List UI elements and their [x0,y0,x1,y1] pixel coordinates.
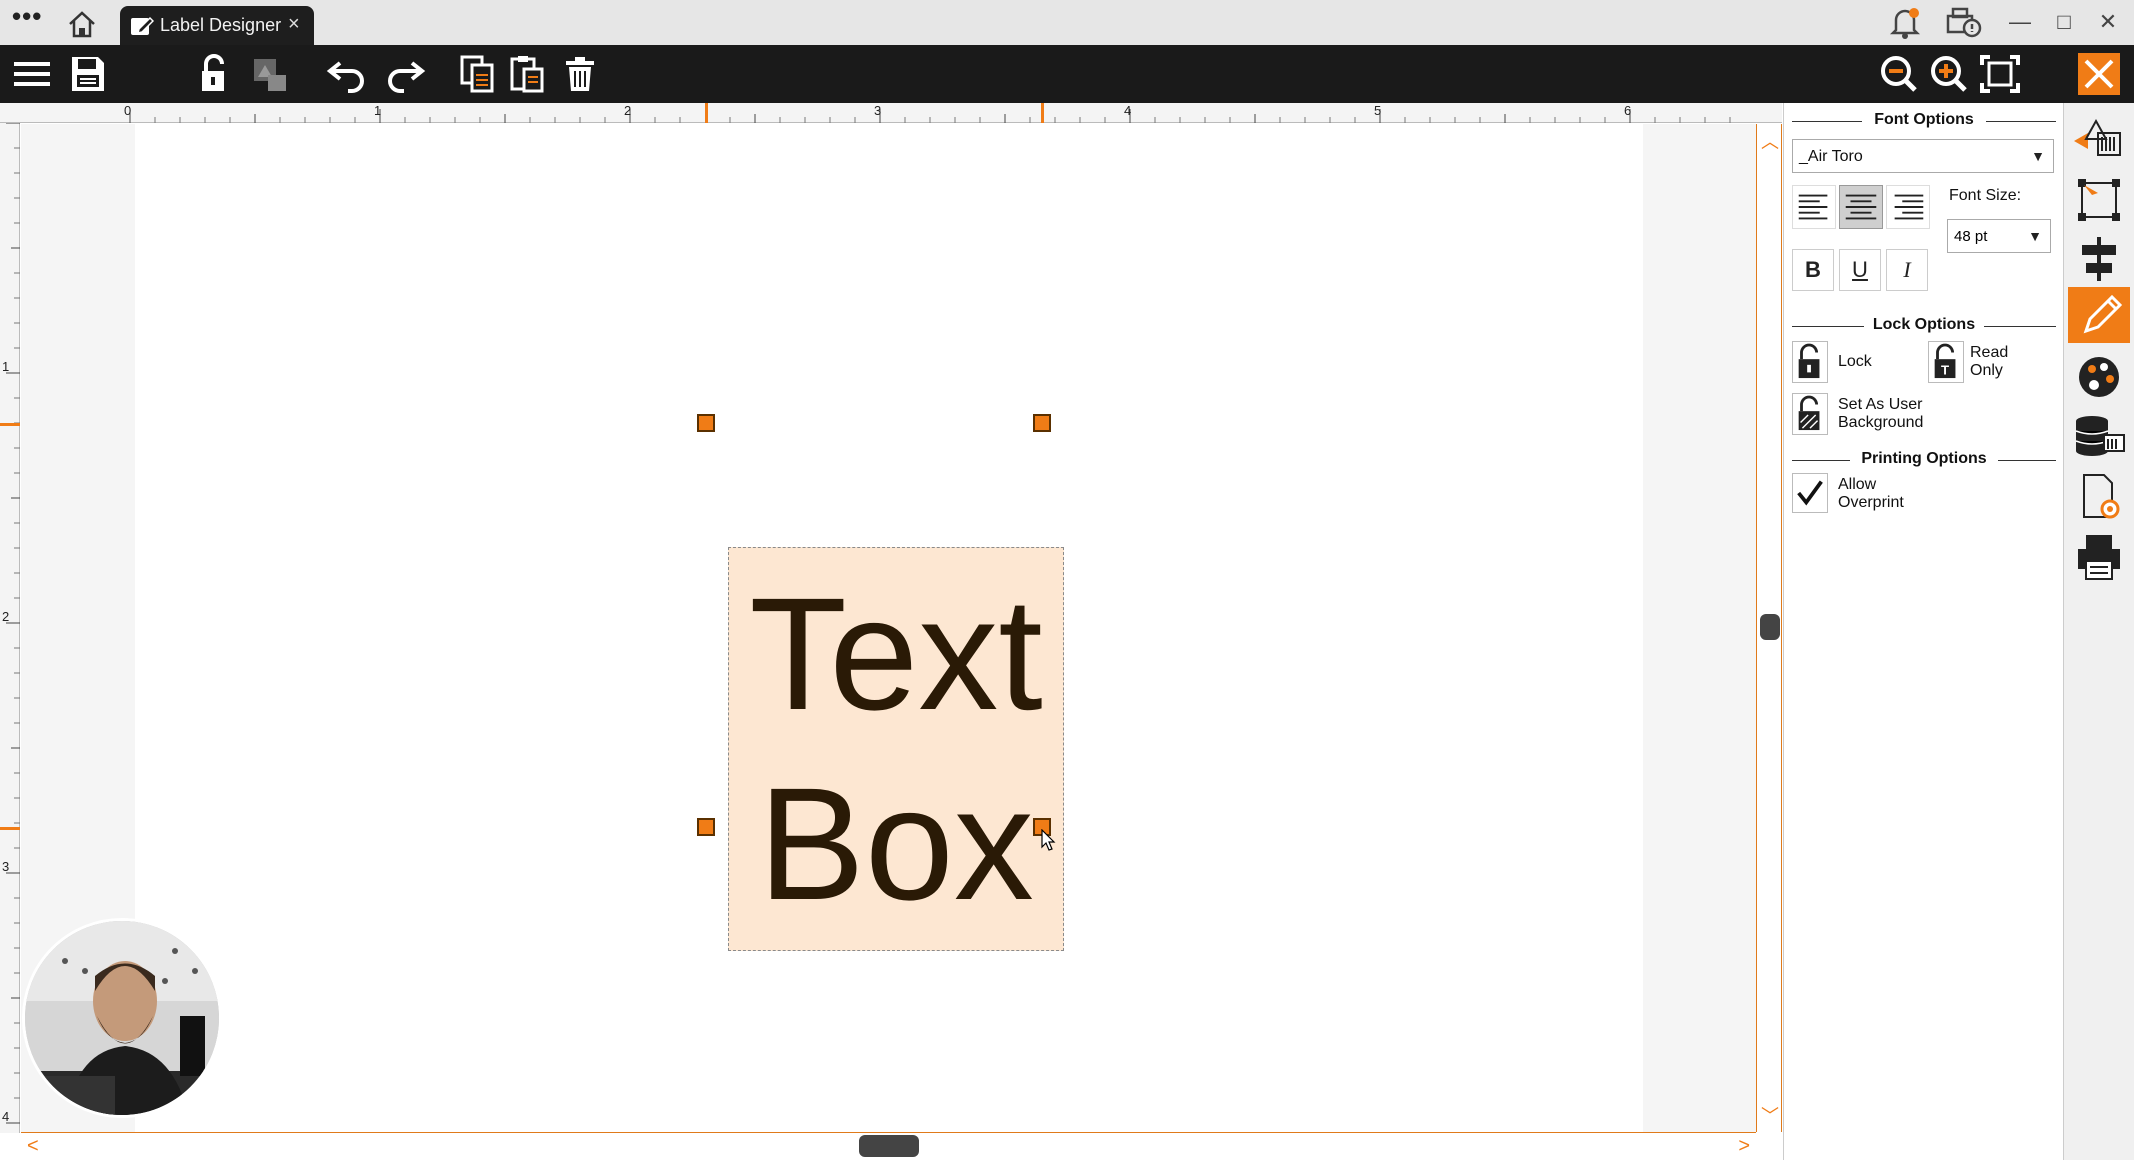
resize-handle-top-right[interactable] [1033,414,1051,432]
zoom-out-icon[interactable] [1876,53,1920,95]
main-toolbar [0,45,2134,103]
designer-icon [130,15,155,37]
text-box-content[interactable]: Text Box [729,548,1063,950]
resize-handle-bottom-left[interactable] [697,818,715,836]
close-designer-button[interactable] [2078,53,2120,95]
ruler-number: 4 [1124,103,1132,118]
lock-icon[interactable] [1792,341,1828,383]
page-settings-icon[interactable] [2068,469,2130,525]
align-right-button[interactable] [1886,185,1930,229]
save-icon[interactable] [66,53,110,95]
set-background-icon[interactable] [1792,393,1828,435]
hamburger-menu-icon[interactable] [10,53,54,95]
horizontal-scrollbar[interactable]: < > [21,1132,1756,1158]
scroll-right-icon[interactable]: > [1738,1135,1750,1158]
ruler-number: 0 [124,103,132,118]
arrange-layers-icon[interactable] [248,53,292,95]
lock-label[interactable]: Lock [1838,353,1872,371]
database-icon[interactable] [2068,409,2130,465]
horizontal-ruler-ticks [129,103,1731,123]
align-objects-icon[interactable] [2068,231,2130,287]
printing-options-title: Printing Options [1792,450,2056,470]
design-canvas[interactable]: Text Box [21,124,1756,1132]
copy-icon[interactable] [456,53,500,95]
zoom-in-icon[interactable] [1926,53,1970,95]
maximize-button[interactable]: □ [2044,6,2084,38]
more-menu-icon[interactable]: ••• [12,3,44,38]
ruler-number: 1 [2,359,10,374]
font-family-value: _Air Toro [1799,148,1863,165]
select-transform-icon[interactable] [2068,171,2130,227]
resize-handle-top-left[interactable] [697,414,715,432]
notification-bell-icon[interactable] [1888,4,1922,40]
tab-label: Label Designer [160,15,282,35]
unlock-icon[interactable] [192,53,236,95]
font-family-dropdown[interactable]: _Air Toro ▼ [1792,139,2054,173]
add-object-icon[interactable] [2068,111,2130,167]
svg-text:T: T [1941,362,1949,377]
home-icon[interactable] [64,8,100,40]
font-size-value: 48 pt [1954,228,1988,245]
read-only-icon[interactable]: T [1928,341,1964,383]
italic-button[interactable]: I [1886,249,1928,291]
tool-strip [2063,103,2134,1160]
bold-button[interactable]: B [1792,249,1834,291]
ruler-number: 3 [2,859,10,874]
redo-icon[interactable] [382,53,426,95]
font-size-label: Font Size: [1949,187,2022,204]
ruler-number: 4 [2,1109,10,1124]
webcam-overlay [22,918,222,1118]
ruler-number: 6 [1624,103,1632,118]
align-center-button[interactable] [1839,185,1883,229]
horizontal-scroll-thumb[interactable] [859,1135,919,1157]
close-window-button[interactable]: ✕ [2088,6,2128,38]
tab-close-icon[interactable]: × [288,13,300,36]
printer-status-icon[interactable] [1944,4,1982,40]
edit-pencil-icon[interactable] [2068,287,2130,343]
paste-icon[interactable] [506,53,550,95]
minimize-button[interactable]: — [2000,6,2040,38]
vertical-scrollbar[interactable]: ︿ ﹀ [1756,124,1782,1132]
ruler-number: 5 [1374,103,1382,118]
vertical-ruler: 1 2 3 4 [0,123,20,1133]
ruler-number: 3 [874,103,882,118]
delete-icon[interactable] [558,53,602,95]
tab-label-designer[interactable]: Label Designer × [120,6,314,45]
scroll-left-icon[interactable]: < [27,1135,39,1158]
properties-panel: Font Options _Air Toro ▼ Font Size: 48 p… [1783,103,2063,1160]
set-background-label[interactable]: Set As User Background [1838,396,1938,432]
title-bar: ••• Label Designer × — □ ✕ [0,0,2134,45]
allow-overprint-label[interactable]: Allow Overprint [1838,476,1918,512]
scroll-up-icon[interactable]: ︿ [1761,128,1779,154]
scroll-down-icon[interactable]: ﹀ [1761,1102,1779,1128]
horizontal-ruler: 0 1 2 3 4 5 6 [0,103,1782,123]
vertical-ruler-ticks [0,123,20,1124]
color-palette-icon[interactable] [2068,349,2130,405]
lock-options-title: Lock Options [1792,316,2056,336]
vertical-scroll-thumb[interactable] [1760,614,1780,640]
ruler-number: 1 [374,103,382,118]
read-only-label[interactable]: Read Only [1970,344,2030,380]
undo-icon[interactable] [326,53,370,95]
text-box-object[interactable]: Text Box [728,547,1064,951]
ruler-number: 2 [2,609,10,624]
font-options-title: Font Options [1792,111,2056,131]
font-size-dropdown[interactable]: 48 pt ▼ [1947,219,2051,253]
fit-to-page-icon[interactable] [1978,53,2022,95]
mouse-cursor-icon [1041,828,1057,853]
allow-overprint-checkbox[interactable] [1792,473,1828,513]
underline-button[interactable]: U [1839,249,1881,291]
print-icon[interactable] [2068,529,2130,585]
chevron-down-icon: ▼ [2028,228,2042,244]
ruler-number: 2 [624,103,632,118]
chevron-down-icon: ▼ [2031,148,2045,164]
align-left-button[interactable] [1792,185,1836,229]
